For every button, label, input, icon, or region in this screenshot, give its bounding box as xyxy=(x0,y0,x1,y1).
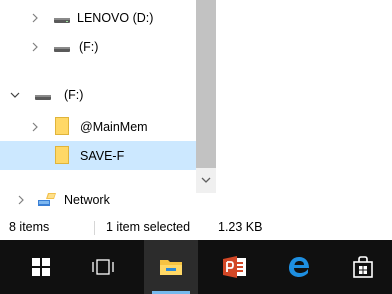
taskbar xyxy=(0,240,392,294)
powerpoint-icon xyxy=(223,256,246,278)
folder-icon xyxy=(55,117,69,138)
tree-item-label: (F:) xyxy=(79,40,99,54)
start-icon xyxy=(32,258,50,276)
task-view-icon xyxy=(92,259,114,275)
selection-status: 1 item selected xyxy=(106,220,191,234)
start-button[interactable] xyxy=(14,240,68,294)
drive-icon xyxy=(53,40,71,57)
file-explorer-button[interactable] xyxy=(144,240,198,294)
file-explorer-icon xyxy=(160,260,182,275)
folder-icon xyxy=(55,146,69,167)
tree-item-label: SAVE-F xyxy=(80,149,125,163)
powerpoint-button[interactable] xyxy=(208,240,262,294)
tree-item-mainmem[interactable]: @MainMem xyxy=(0,112,196,141)
chevron-right-icon[interactable] xyxy=(30,42,40,52)
scroll-down-button[interactable] xyxy=(196,168,216,193)
tree-item-label: LENOVO (D:) xyxy=(77,11,154,25)
scrollbar-thumb[interactable] xyxy=(196,0,216,168)
store-button[interactable] xyxy=(336,240,390,294)
chevron-right-icon[interactable] xyxy=(16,195,26,205)
item-count: 8 items xyxy=(9,220,50,234)
tree-item-network[interactable]: Network xyxy=(0,185,196,214)
tree-item-save-f[interactable]: SAVE-F xyxy=(0,141,196,170)
status-bar: 8 items 1 item selected 1.23 KB xyxy=(0,213,392,240)
tree-item-f-drive[interactable]: (F:) xyxy=(0,32,196,61)
navigation-pane: LENOVO (D:) (F:) (F:) @MainMem SAVE-F Ne… xyxy=(0,0,392,240)
tree-item-lenovo-d[interactable]: LENOVO (D:) xyxy=(0,3,196,32)
chevron-right-icon[interactable] xyxy=(30,13,40,23)
nav-tree: LENOVO (D:) (F:) (F:) @MainMem SAVE-F Ne… xyxy=(0,0,196,212)
status-separator xyxy=(94,221,95,235)
chevron-down-icon[interactable] xyxy=(10,90,20,100)
selection-size: 1.23 KB xyxy=(218,220,263,234)
store-icon xyxy=(353,256,373,278)
edge-icon xyxy=(289,257,309,277)
drive-icon xyxy=(53,11,71,28)
edge-button[interactable] xyxy=(272,240,326,294)
tree-item-label: @MainMem xyxy=(80,120,148,134)
drive-icon xyxy=(34,88,52,105)
tree-item-f-drive-expanded[interactable]: (F:) xyxy=(0,80,196,109)
chevron-down-icon xyxy=(201,177,211,183)
chevron-right-icon[interactable] xyxy=(30,122,40,132)
tree-item-label: Network xyxy=(64,193,110,207)
network-icon xyxy=(37,191,57,210)
vertical-scrollbar[interactable] xyxy=(196,0,216,193)
tree-item-label: (F:) xyxy=(64,88,84,102)
task-view-button[interactable] xyxy=(76,240,130,294)
